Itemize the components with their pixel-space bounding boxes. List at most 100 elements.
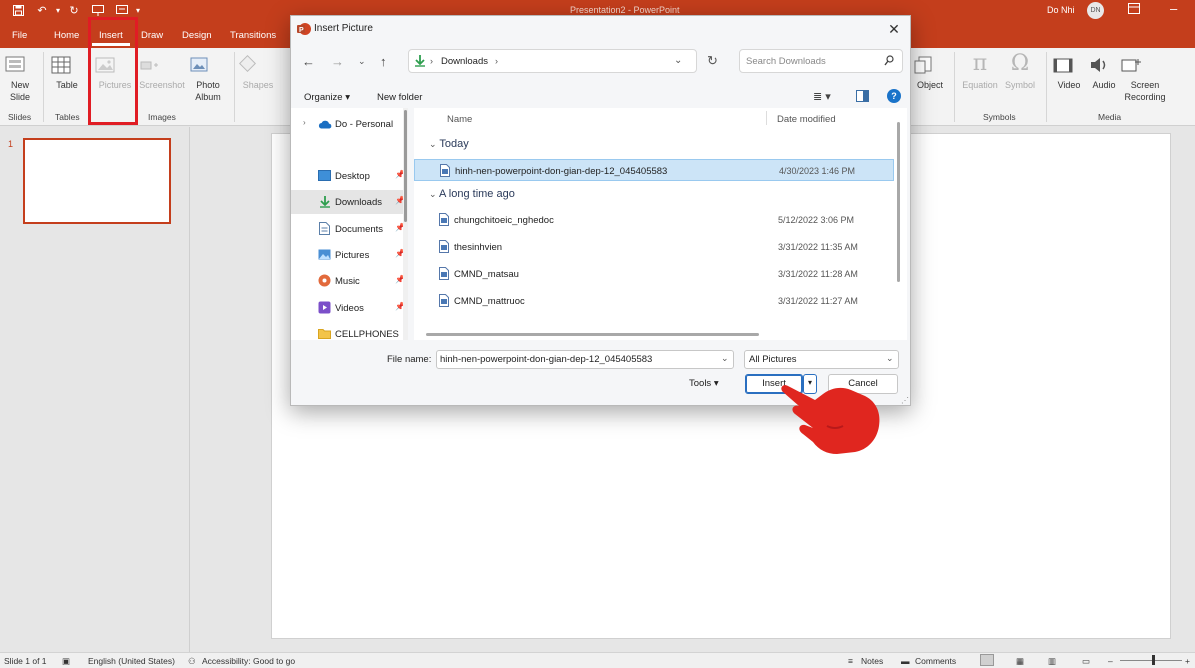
close-button[interactable]: ✕	[885, 20, 903, 38]
qat-more-icon[interactable]: ▾	[130, 3, 146, 18]
file-type-select[interactable]: All Pictures ⌄	[744, 350, 899, 369]
zoom-out-icon[interactable]: –	[1108, 656, 1113, 666]
tab-transitions[interactable]: Transitions	[230, 30, 276, 41]
help-icon[interactable]: ?	[887, 89, 901, 103]
resize-grip-icon[interactable]: ⋰	[901, 396, 909, 405]
accessibility-label[interactable]: Accessibility: Good to go	[202, 656, 295, 666]
audio-icon	[1088, 54, 1120, 76]
file-row[interactable]: thesinhvien 3/31/2022 11:35 AM	[414, 236, 894, 258]
nav-item-pictures[interactable]: Pictures 📌	[291, 243, 408, 267]
vertical-scrollbar[interactable]	[896, 110, 902, 328]
screenshot-button[interactable]: Screenshot	[137, 54, 187, 91]
customize-icon[interactable]	[114, 3, 130, 18]
column-header-name[interactable]: Name	[447, 114, 472, 125]
address-bar[interactable]: › Downloads › ⌄	[408, 49, 697, 73]
slide-thumbnail-pane: 1	[0, 127, 190, 652]
up-arrow-icon[interactable]: ↑	[380, 54, 387, 69]
file-date: 3/31/2022 11:27 AM	[778, 296, 858, 306]
dialog-title-bar: P Insert Picture	[291, 16, 910, 42]
new-slide-button[interactable]: New Slide	[4, 54, 36, 103]
group-header-today[interactable]: ⌄ Today	[429, 138, 469, 150]
back-arrow-icon[interactable]: ←	[302, 54, 315, 69]
tab-home[interactable]: Home	[54, 30, 79, 41]
breadcrumb[interactable]: Downloads	[441, 56, 488, 67]
avatar[interactable]: DN	[1087, 2, 1104, 19]
tab-file[interactable]: File	[12, 30, 27, 41]
screen-recording-button[interactable]: Screen Recording	[1120, 54, 1170, 103]
nav-label: Music	[335, 276, 360, 287]
nav-item-desktop[interactable]: Desktop 📌	[291, 164, 408, 188]
minimize-icon[interactable]: –	[1170, 1, 1177, 16]
slide-sorter-icon[interactable]: ▦	[1016, 656, 1024, 667]
save-icon[interactable]	[10, 3, 26, 18]
slide-number: 1	[8, 139, 14, 149]
file-row[interactable]: CMND_mattruoc 3/31/2022 11:27 AM	[414, 290, 894, 312]
recent-dropdown-icon[interactable]: ⌄	[358, 56, 366, 67]
zoom-slider[interactable]	[1120, 660, 1182, 661]
breadcrumb-chevron-icon: ›	[495, 56, 498, 66]
horizontal-scrollbar-thumb[interactable]	[426, 333, 759, 336]
normal-view-icon[interactable]	[980, 654, 994, 666]
nav-item-downloads[interactable]: Downloads 📌	[291, 190, 408, 214]
tools-button[interactable]: Tools ▾	[689, 378, 719, 389]
horizontal-scrollbar[interactable]	[414, 330, 907, 340]
reading-view-icon[interactable]: ▥	[1048, 656, 1056, 667]
notes-button[interactable]: Notes	[861, 656, 883, 666]
search-placeholder: Search Downloads	[746, 56, 826, 67]
slide-thumbnail[interactable]	[23, 138, 171, 224]
view-options-icon[interactable]: ≣ ▾	[813, 90, 831, 103]
nav-scrollbar-thumb[interactable]	[404, 110, 407, 222]
symbol-label: Symbol	[1004, 80, 1035, 90]
forward-arrow-icon[interactable]: →	[331, 54, 344, 69]
preview-pane-icon[interactable]	[856, 90, 869, 102]
nav-item-cellphones[interactable]: CELLPHONES	[291, 322, 408, 340]
present-icon[interactable]	[90, 3, 106, 18]
column-header-date[interactable]: Date modified	[777, 114, 836, 125]
spellcheck-icon[interactable]: ▣	[62, 656, 70, 667]
refresh-icon[interactable]: ↻	[707, 53, 718, 69]
pointing-hand-icon	[775, 378, 885, 458]
file-name-field[interactable]: hinh-nen-powerpoint-don-gian-dep-12_0454…	[436, 350, 734, 369]
file-name-value: hinh-nen-powerpoint-don-gian-dep-12_0454…	[440, 354, 653, 365]
file-name-dropdown-icon[interactable]: ⌄	[721, 353, 729, 364]
undo-icon[interactable]: ↶	[34, 3, 50, 18]
nav-item-videos[interactable]: Videos 📌	[291, 296, 408, 320]
undo-dropdown-icon[interactable]: ▾	[50, 3, 66, 18]
ribbon-display-icon[interactable]	[1128, 3, 1140, 14]
screen-recording-label: Screen Recording	[1124, 80, 1166, 102]
nav-label: CELLPHONES	[335, 329, 399, 340]
group-images: Images	[148, 112, 176, 122]
nav-scrollbar[interactable]	[403, 108, 408, 340]
video-button[interactable]: Video	[1052, 54, 1086, 91]
address-dropdown-icon[interactable]: ⌄	[674, 55, 682, 66]
tab-draw[interactable]: Draw	[141, 30, 163, 41]
nav-item-onedrive[interactable]: › Do - Personal	[291, 112, 408, 136]
pi-icon: π	[972, 51, 988, 76]
redo-icon[interactable]: ↻	[66, 3, 82, 18]
equation-button[interactable]: π Equation	[958, 52, 1002, 91]
symbol-button[interactable]: Ω Symbol	[1000, 52, 1040, 91]
table-button[interactable]: Table	[50, 54, 84, 91]
new-folder-button[interactable]: New folder	[377, 92, 422, 103]
language-label[interactable]: English (United States)	[88, 656, 175, 666]
nav-item-documents[interactable]: Documents 📌	[291, 217, 408, 241]
search-input[interactable]: Search Downloads	[739, 49, 903, 73]
tab-design[interactable]: Design	[182, 30, 212, 41]
file-row[interactable]: CMND_matsau 3/31/2022 11:28 AM	[414, 263, 894, 285]
nav-item-music[interactable]: Music 📌	[291, 269, 408, 293]
slideshow-icon[interactable]: ▭	[1082, 656, 1090, 667]
vertical-scrollbar-thumb[interactable]	[897, 122, 900, 282]
expand-chevron-icon[interactable]: ›	[303, 118, 306, 127]
group-header-long-ago[interactable]: ⌄ A long time ago	[429, 188, 515, 200]
file-row-selected[interactable]: hinh-nen-powerpoint-don-gian-dep-12_0454…	[414, 159, 894, 181]
comments-button[interactable]: Comments	[915, 656, 956, 666]
zoom-in-icon[interactable]: +	[1185, 656, 1190, 666]
file-row[interactable]: chungchitoeic_nghedoc 5/12/2022 3:06 PM	[414, 209, 894, 231]
photo-album-button[interactable]: Photo Album	[188, 54, 228, 103]
object-button[interactable]: Object	[912, 54, 948, 91]
shapes-button[interactable]: Shapes	[238, 54, 278, 91]
zoom-thumb[interactable]	[1152, 655, 1155, 665]
audio-button[interactable]: Audio	[1088, 54, 1120, 91]
tools-label: Tools	[689, 378, 712, 389]
organize-button[interactable]: Organize ▾	[304, 92, 350, 103]
